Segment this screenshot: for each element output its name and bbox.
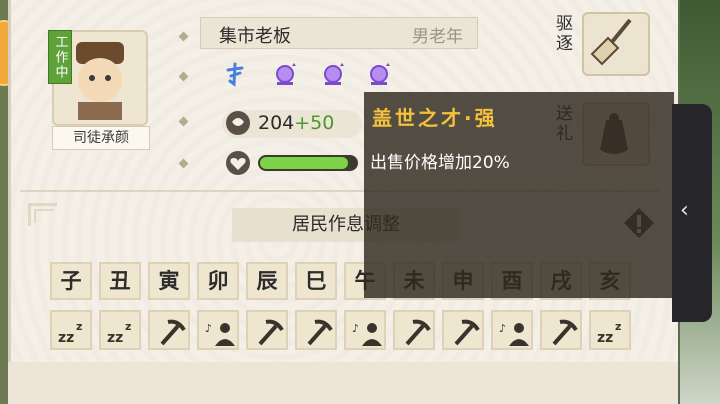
activity-cell[interactable]: ♪ — [491, 310, 533, 350]
pickaxe-icon — [552, 319, 578, 346]
potion-icon[interactable] — [366, 62, 392, 88]
activity-cell[interactable] — [295, 310, 337, 350]
coin-bag-icon — [226, 111, 250, 135]
tooltip-title: 盖世之才·强 — [372, 106, 498, 130]
activity-cell[interactable] — [540, 310, 582, 350]
role-label: 集市老板 — [219, 26, 291, 47]
svg-text:zz: zz — [597, 330, 613, 346]
pickaxe-icon — [307, 319, 333, 346]
sleep-icon: zzz — [597, 320, 621, 346]
sleep-icon: zzz — [107, 320, 131, 346]
collapse-tab[interactable]: ‹ — [672, 104, 712, 322]
hour-cell[interactable]: 丑 — [99, 262, 141, 300]
heart-icon — [226, 151, 250, 175]
svg-text:z: z — [125, 320, 131, 333]
gender-age-label: 男老年 — [412, 27, 463, 47]
svg-text:♪: ♪ — [352, 322, 359, 335]
svg-text:z: z — [615, 320, 621, 333]
sleep-icon: zzz — [58, 320, 82, 346]
svg-text:zz: zz — [58, 330, 74, 346]
chevron-left-icon: ‹ — [680, 198, 689, 223]
activity-cell[interactable]: zz z — [99, 310, 141, 350]
activity-cell[interactable]: ♪ — [344, 310, 386, 350]
svg-text:z: z — [76, 320, 82, 333]
activity-cell[interactable] — [148, 310, 190, 350]
expel-label: 驱逐 — [556, 14, 573, 54]
music-leisure-icon: ♪ — [499, 322, 529, 346]
pickaxe-icon — [258, 319, 284, 346]
hour-cell[interactable]: 寅 — [148, 262, 190, 300]
talent-icon[interactable] — [222, 62, 248, 88]
activity-cell[interactable] — [393, 310, 435, 350]
pickaxe-icon — [454, 319, 480, 346]
trait-tooltip: 盖世之才·强 出售价格增加20% — [364, 92, 674, 298]
svg-text:♪: ♪ — [205, 322, 212, 335]
tooltip-description: 出售价格增加20% — [370, 153, 510, 173]
activity-cell[interactable]: ♪ — [197, 310, 239, 350]
hour-cell[interactable]: 卯 — [197, 262, 239, 300]
health-bar-fill — [260, 157, 349, 169]
status-badge: 工作中 — [48, 30, 72, 84]
music-leisure-icon: ♪ — [352, 322, 382, 346]
potion-icon[interactable] — [272, 62, 298, 88]
activity-cell[interactable]: zz z — [589, 310, 631, 350]
expel-button[interactable] — [582, 12, 650, 76]
old-man-portrait-icon — [76, 42, 124, 120]
hour-cell[interactable]: 辰 — [246, 262, 288, 300]
pickaxe-icon — [160, 319, 186, 346]
activity-cell[interactable] — [442, 310, 484, 350]
hour-cell[interactable]: 子 — [50, 262, 92, 300]
svg-text:♪: ♪ — [499, 322, 506, 335]
coin-bonus: +50 — [294, 112, 335, 134]
broom-icon — [590, 18, 632, 66]
pickaxe-icon — [405, 319, 431, 346]
coin-amount: 204+50 — [258, 112, 334, 134]
music-leisure-icon: ♪ — [205, 322, 235, 346]
role-bar: 集市老板 男老年 — [200, 17, 478, 49]
potion-icon[interactable] — [320, 62, 346, 88]
corner-ornament — [34, 209, 54, 223]
coin-value: 204 — [258, 112, 295, 134]
activity-cell[interactable] — [246, 310, 288, 350]
health-bar — [258, 155, 358, 171]
hour-cell[interactable]: 巳 — [295, 262, 337, 300]
activity-cell[interactable]: zz z — [50, 310, 92, 350]
character-name: 司徒承颜 — [52, 126, 150, 150]
panel-bottom — [8, 362, 678, 404]
svg-text:zz: zz — [107, 330, 123, 346]
